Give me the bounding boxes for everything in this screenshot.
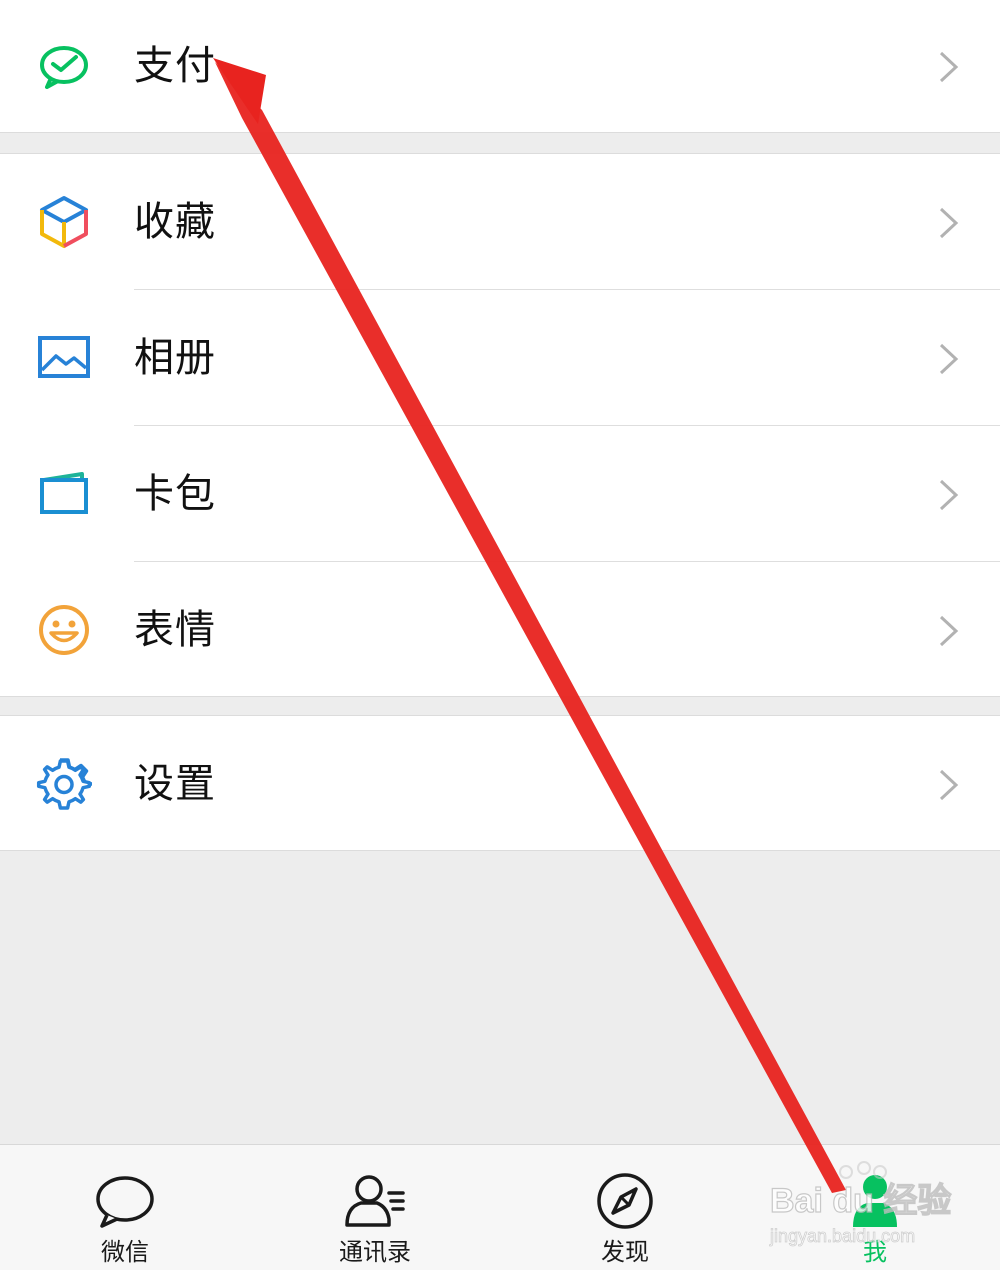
contacts-icon [343,1171,407,1231]
menu-item-cards-label: 卡包 [134,471,216,517]
tab-discover-label: 发现 [601,1238,649,1266]
tab-me[interactable]: 我 [750,1145,1000,1270]
tab-discover[interactable]: 发现 [500,1145,750,1270]
menu-item-settings-label: 设置 [134,761,216,807]
menu-item-album[interactable]: 相册 [0,290,1000,426]
tab-contacts[interactable]: 通讯录 [250,1145,500,1270]
chevron-right-icon [938,614,960,648]
menu-item-cards[interactable]: 卡包 [0,426,1000,562]
menu-group-settings: 设置 [0,715,1000,851]
me-person-icon [843,1171,907,1231]
chevron-right-icon [938,50,960,84]
menu-item-album-label: 相册 [134,335,216,381]
tab-contacts-label: 通讯录 [339,1238,411,1266]
menu-item-stickers[interactable]: 表情 [0,562,1000,698]
menu-item-stickers-label: 表情 [134,607,216,653]
card-wallet-icon [36,466,92,522]
chevron-right-icon [938,768,960,802]
bottom-tab-bar: 微信 通讯录 发现 我 [0,1144,1000,1270]
chevron-right-icon [938,342,960,376]
menu-item-pay[interactable]: 支付 [0,0,1000,132]
chat-bubble-icon [93,1171,157,1231]
menu-item-favorites-label: 收藏 [134,199,216,245]
compass-icon [593,1171,657,1231]
gear-icon [36,756,92,812]
menu-group-pay: 支付 [0,0,1000,133]
favorites-cube-icon [36,194,92,250]
menu-item-settings[interactable]: 设置 [0,716,1000,850]
album-picture-icon [36,330,92,386]
tab-chats[interactable]: 微信 [0,1145,250,1270]
menu-item-pay-label: 支付 [134,43,216,89]
menu-group-content: 收藏 相册 卡包 表情 [0,153,1000,697]
chevron-right-icon [938,206,960,240]
smiley-face-icon [36,602,92,658]
wechat-pay-icon [36,38,92,94]
menu-item-favorites[interactable]: 收藏 [0,154,1000,290]
tab-chats-label: 微信 [101,1238,149,1266]
tab-me-label: 我 [863,1238,887,1266]
chevron-right-icon [938,478,960,512]
